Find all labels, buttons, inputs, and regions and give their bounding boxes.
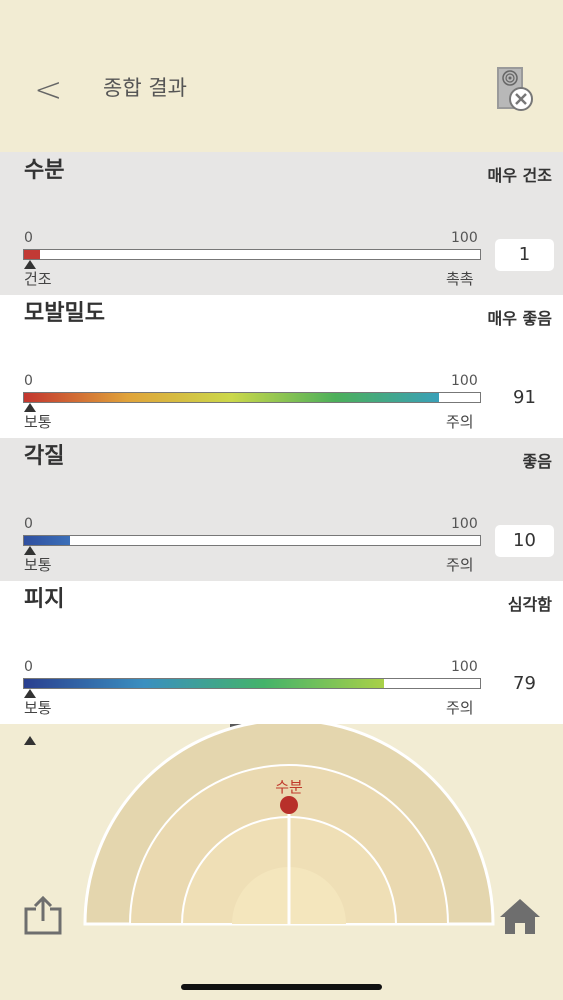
scale-left-label: 보통 — [24, 699, 52, 717]
hair-density-section: 모발밀도 매우 좋음 0 100 보통 주의 91 — [0, 295, 563, 438]
score-value: 10 — [495, 525, 554, 557]
status-label: 좋음 — [522, 452, 552, 471]
level-bar — [23, 678, 481, 689]
home-indicator — [181, 984, 382, 990]
scale-left-label: 건조 — [24, 270, 52, 288]
scale-max: 100 — [451, 373, 478, 389]
scale-max: 100 — [451, 659, 478, 675]
section-title: 모발밀도 — [24, 301, 105, 326]
dead-skin-section: 각질 좋음 0 100 보통 주의 10 — [0, 438, 563, 581]
camera-close-icon — [497, 67, 533, 111]
sebum-section: 피지 심각함 0 100 보통 주의 79 — [0, 581, 563, 724]
gauge-point — [280, 796, 298, 814]
scalp-camera-close-button[interactable] — [496, 66, 534, 112]
share-icon — [24, 895, 62, 935]
scale-left-label: 보통 — [24, 556, 52, 574]
score-value: 91 — [513, 387, 536, 408]
home-button[interactable] — [498, 896, 542, 936]
scale-right-label: 주의 — [446, 556, 474, 574]
scale-right-label: 촉촉 — [446, 270, 474, 288]
score-value: 79 — [513, 673, 536, 694]
section-title: 수분 — [24, 158, 65, 183]
scale-right-label: 주의 — [446, 413, 474, 431]
scalp-gauge: 수분 — [83, 724, 495, 926]
home-icon — [500, 899, 540, 934]
section-title: 각질 — [24, 444, 65, 469]
scale-left-label: 보통 — [24, 413, 52, 431]
page-title: 종합 결과 — [103, 76, 187, 100]
scale-max: 100 — [451, 230, 478, 246]
moisture-section: 수분 매우 건조 0 100 건조 촉촉 1 — [0, 152, 563, 295]
status-label: 매우 건조 — [487, 166, 552, 185]
status-label: 매우 좋음 — [487, 309, 552, 328]
header: < 종합 결과 — [0, 0, 563, 152]
level-bar-fill — [24, 393, 439, 402]
scale-min: 0 — [24, 230, 33, 246]
gauge-point-label: 수분 — [275, 778, 303, 796]
scale-min: 0 — [24, 373, 33, 389]
level-bar-fill — [24, 679, 385, 688]
status-label: 심각함 — [507, 595, 552, 614]
score-value: 1 — [495, 239, 554, 271]
scale-max: 100 — [451, 516, 478, 532]
level-bar — [23, 249, 481, 260]
section-title: 피지 — [24, 587, 65, 612]
back-button[interactable]: < — [34, 70, 68, 110]
level-bar-fill — [24, 536, 70, 545]
share-button[interactable] — [22, 895, 64, 937]
level-bar — [23, 392, 481, 403]
scale-min: 0 — [24, 516, 33, 532]
scale-min: 0 — [24, 659, 33, 675]
level-bar-fill — [24, 250, 40, 259]
scale-right-label: 주의 — [446, 699, 474, 717]
level-bar — [23, 535, 481, 546]
